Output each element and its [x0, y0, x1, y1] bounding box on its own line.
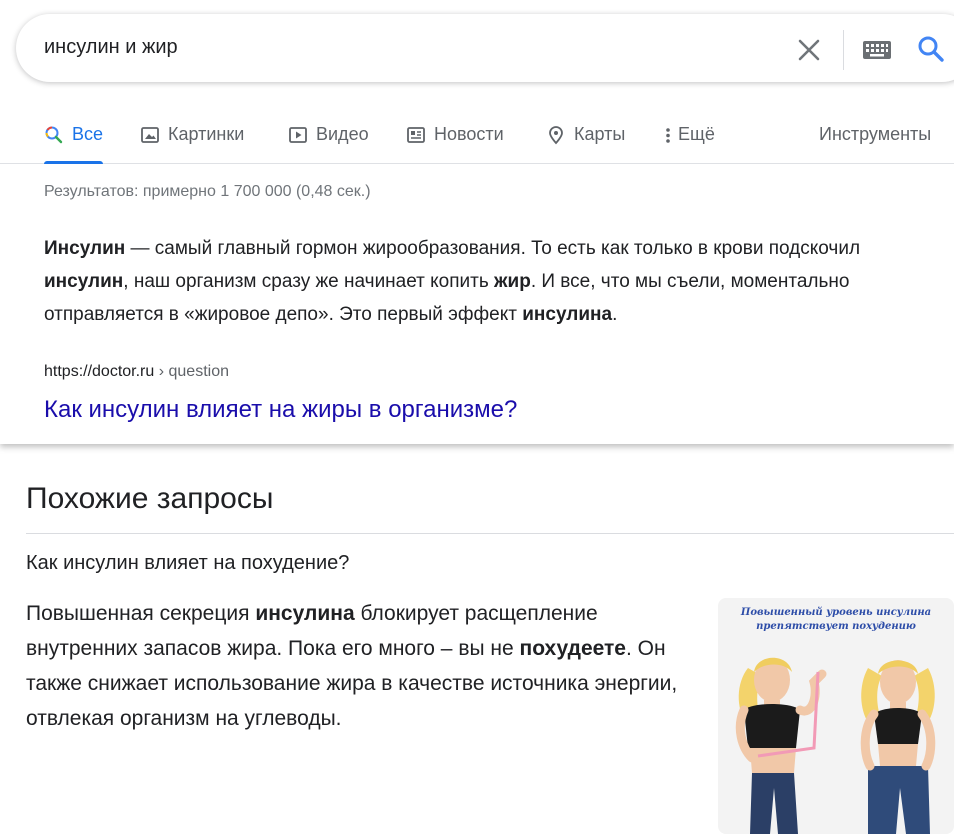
tools-button[interactable]: Инструменты [819, 124, 931, 145]
related-heading: Похожие запросы [26, 482, 274, 515]
search-tabs: Все Картинки Видео Новости Карты Ещё Инс… [0, 112, 954, 164]
result-url[interactable]: https://doctor.ru › question [44, 363, 229, 381]
search-input[interactable]: инсулин и жир [44, 36, 178, 59]
result-path: › question [154, 363, 229, 380]
search-icon [45, 126, 63, 144]
tab-label: Все [72, 124, 104, 144]
tab-label: Видео [316, 124, 369, 144]
tab-video[interactable]: Видео [288, 124, 369, 164]
related-question[interactable]: Как инсулин влияет на похудение? [26, 552, 349, 575]
news-icon [407, 127, 425, 143]
tab-images[interactable]: Картинки [140, 124, 244, 164]
search-results-card: инсулин и жир Все Картинки Видео Новости… [0, 0, 954, 444]
section-divider [26, 533, 954, 534]
search-icon[interactable] [916, 34, 946, 64]
tab-label: Новости [434, 124, 504, 144]
keyboard-icon[interactable] [862, 40, 892, 60]
tab-all[interactable]: Все [44, 124, 104, 164]
tab-label: Карты [574, 124, 626, 144]
result-domain: https://doctor.ru [44, 363, 155, 380]
tab-label: Картинки [168, 124, 245, 144]
result-title-link[interactable]: Как инсулин влияет на жиры в организме? [44, 396, 517, 424]
map-pin-icon [549, 126, 563, 145]
close-icon[interactable] [795, 36, 823, 64]
featured-snippet-text: Инсулин — самый главный гормон жирообраз… [44, 238, 861, 325]
image-icon [141, 127, 159, 143]
women-measuring-waist-illustration [735, 657, 936, 834]
tab-more[interactable]: Ещё [662, 124, 715, 164]
related-answer-text: Повышенная секреция инсулина блокирует р… [26, 602, 678, 730]
result-stats: Результатов: примерно 1 700 000 (0,48 се… [44, 183, 371, 200]
tab-news[interactable]: Новости [406, 124, 504, 164]
video-icon [289, 127, 307, 143]
tab-label: Ещё [678, 124, 715, 144]
related-answer-image[interactable]: Повышенный уровень инсулина препятствует… [718, 598, 954, 834]
tab-maps[interactable]: Карты [546, 124, 625, 164]
search-divider [843, 30, 844, 70]
more-vert-icon [666, 128, 670, 143]
